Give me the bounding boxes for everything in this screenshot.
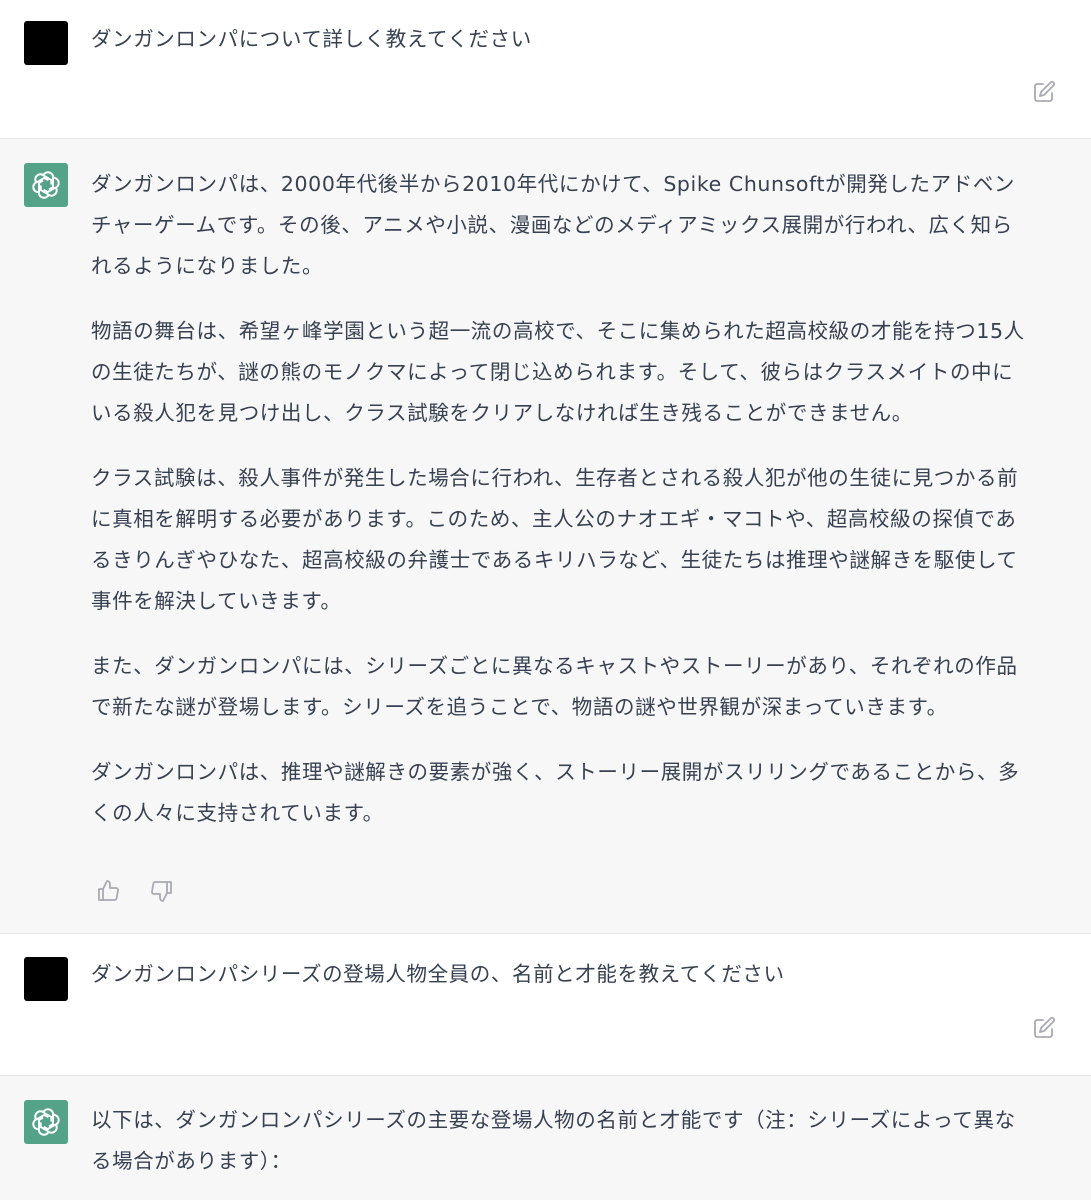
user-avatar	[24, 957, 68, 1001]
thumbs-up-icon	[98, 880, 119, 901]
user-message-text: ダンガンロンパについて詳しく教えてください	[91, 19, 1066, 60]
assistant-message-2: 以下は、ダンガンロンパシリーズの主要な登場人物の名前と才能です（注：シリーズによ…	[0, 1076, 1091, 1200]
feedback-buttons	[96, 879, 174, 903]
message-line: れるようになりました。	[91, 254, 324, 278]
user-message-1: ダンガンロンパについて詳しく教えてください	[0, 0, 1091, 139]
assistant-message-text: 以下は、ダンガンロンパシリーズの主要な登場人物の名前と才能です（注：シリーズによ…	[91, 1100, 1066, 1182]
edit-button[interactable]	[1031, 79, 1057, 105]
assistant-message-text: ダンガンロンパは、2000年代後半から2010年代にかけて、Spike Chun…	[91, 164, 1066, 858]
message-line: で新たな謎が登場します。シリーズを追うことで、物語の謎や世界観が深まっていきます…	[91, 695, 948, 719]
message-line: に真相を解明する必要があります。このため、主人公のナオエギ・マコトや、超高校級の…	[91, 507, 1017, 531]
user-avatar	[24, 21, 68, 65]
message-line: ダンガンロンパについて詳しく教えてください	[91, 27, 532, 51]
message-line: ダンガンロンパは、2000年代後半から2010年代にかけて、Spike Chun…	[91, 172, 1016, 196]
assistant-message-1: ダンガンロンパは、2000年代後半から2010年代にかけて、Spike Chun…	[0, 139, 1091, 934]
assistant-avatar	[24, 163, 68, 207]
message-line: るきりんぎやひなた、超高校級の弁護士であるキリハラなど、生徒たちは推理や謎解きを…	[91, 548, 1018, 572]
paragraph: ダンガンロンパは、推理や謎解きの要素が強く、ストーリー展開がスリリングであること…	[91, 752, 1066, 834]
thumbs-down-icon	[151, 881, 172, 902]
message-line: 物語の舞台は、希望ヶ峰学園という超一流の高校で、そこに集められた超高校級の才能を…	[91, 319, 1025, 343]
user-message-text: ダンガンロンパシリーズの登場人物全員の、名前と才能を教えてください	[91, 954, 1066, 995]
paragraph: ダンガンロンパは、2000年代後半から2010年代にかけて、Spike Chun…	[91, 164, 1066, 287]
message-line: また、ダンガンロンパには、シリーズごとに異なるキャストやストーリーがあり、それぞ…	[91, 654, 1018, 678]
paragraph: また、ダンガンロンパには、シリーズごとに異なるキャストやストーリーがあり、それぞ…	[91, 646, 1066, 728]
message-line: ダンガンロンパは、推理や謎解きの要素が強く、ストーリー展開がスリリングであること…	[91, 760, 1020, 784]
message-line: いる殺人犯を見つけ出し、クラス試験をクリアしなければ生き残ることができません。	[91, 401, 913, 425]
message-line: クラス試験は、殺人事件が発生した場合に行われ、生存者とされる殺人犯が他の生徒に見…	[91, 466, 1019, 490]
message-line: る場合があります）：	[91, 1149, 292, 1173]
message-line: チャーゲームです。その後、アニメや小説、漫画などのメディアミックス展開が行われ、…	[91, 213, 1013, 237]
paragraph: 物語の舞台は、希望ヶ峰学園という超一流の高校で、そこに集められた超高校級の才能を…	[91, 311, 1066, 434]
user-message-2: ダンガンロンパシリーズの登場人物全員の、名前と才能を教えてください	[0, 934, 1091, 1076]
message-line: ダンガンロンパシリーズの登場人物全員の、名前と才能を教えてください	[91, 962, 785, 986]
message-line: 事件を解決していきます。	[91, 589, 342, 613]
edit-button[interactable]	[1031, 1015, 1057, 1041]
openai-logo-icon	[32, 1108, 60, 1136]
message-line: くの人々に支持されています。	[91, 801, 384, 825]
openai-logo-icon	[32, 171, 60, 199]
edit-icon	[1034, 81, 1055, 102]
assistant-avatar	[24, 1100, 68, 1144]
message-line: 以下は、ダンガンロンパシリーズの主要な登場人物の名前と才能です（注：シリーズによ…	[91, 1108, 1016, 1132]
paragraph: クラス試験は、殺人事件が発生した場合に行われ、生存者とされる殺人犯が他の生徒に見…	[91, 458, 1066, 622]
thumbs-up-button[interactable]	[96, 879, 120, 903]
message-line: の生徒たちが、謎の熊のモノクマによって閉じ込められます。そして、彼らはクラスメイ…	[91, 360, 1014, 384]
thumbs-down-button[interactable]	[150, 879, 174, 903]
edit-icon	[1034, 1017, 1055, 1038]
